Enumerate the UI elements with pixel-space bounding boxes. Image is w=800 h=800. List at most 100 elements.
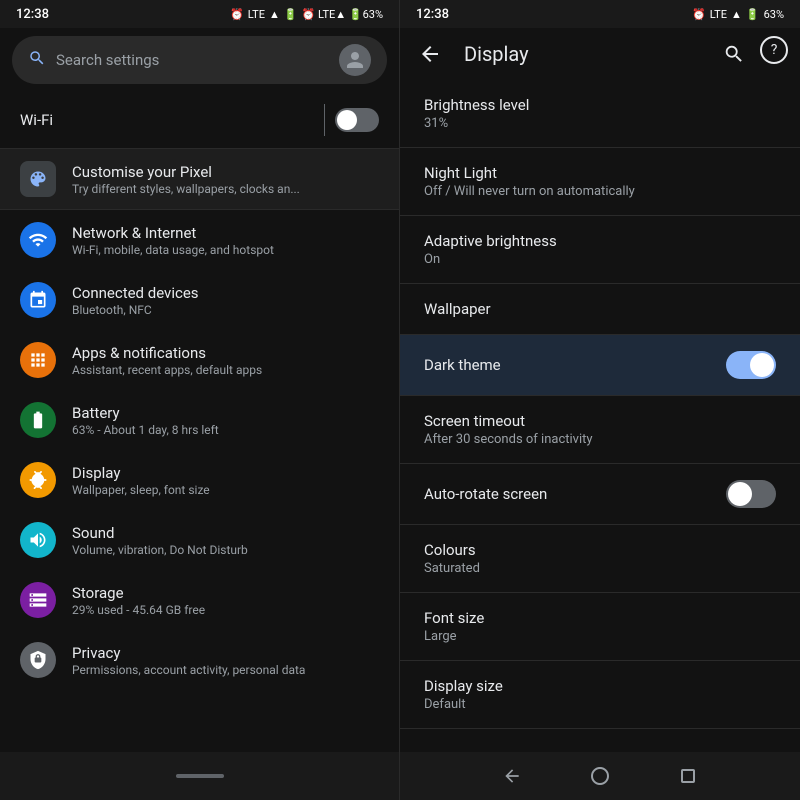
nav-home-button[interactable] bbox=[586, 762, 614, 790]
battery-percent: ⏰ LTE▲ 🔋63% bbox=[302, 8, 383, 21]
right-battery-percent: 63% bbox=[764, 8, 784, 21]
display-item-subtitle: Wallpaper, sleep, font size bbox=[72, 483, 210, 497]
adaptive-title: Adaptive brightness bbox=[424, 232, 557, 250]
displaysize-title: Display size bbox=[424, 677, 503, 695]
wallpaper-title: Wallpaper bbox=[424, 300, 491, 318]
privacy-subtitle: Permissions, account activity, personal … bbox=[72, 663, 305, 677]
right-status-icons: ⏰ LTE ▲ 🔋 63% bbox=[692, 8, 784, 21]
settings-item-privacy[interactable]: Privacy Permissions, account activity, p… bbox=[0, 630, 399, 690]
network-title: Network & Internet bbox=[72, 224, 274, 242]
display-item-brightness[interactable]: Brightness level 31% bbox=[400, 80, 800, 148]
search-bar[interactable]: Search settings bbox=[12, 36, 387, 84]
network-subtitle: Wi-Fi, mobile, data usage, and hotspot bbox=[72, 243, 274, 257]
left-nav-scroll-indicator bbox=[176, 774, 224, 778]
sound-text: Sound Volume, vibration, Do Not Disturb bbox=[72, 524, 248, 557]
display-item-wallpaper[interactable]: Wallpaper bbox=[400, 284, 800, 335]
network-text: Network & Internet Wi-Fi, mobile, data u… bbox=[72, 224, 274, 257]
privacy-text: Privacy Permissions, account activity, p… bbox=[72, 644, 305, 677]
customise-subtitle: Try different styles, wallpapers, clocks… bbox=[72, 182, 300, 196]
sound-icon bbox=[20, 522, 56, 558]
right-alarm-icon: ⏰ bbox=[692, 8, 706, 21]
right-battery-icon: 🔋 bbox=[746, 8, 760, 21]
timeout-subtitle: After 30 seconds of inactivity bbox=[424, 432, 776, 447]
right-panel: 12:38 ⏰ LTE ▲ 🔋 63% Display ? Brightness… bbox=[400, 0, 800, 800]
apps-subtitle: Assistant, recent apps, default apps bbox=[72, 363, 262, 377]
fontsize-subtitle: Large bbox=[424, 629, 776, 644]
left-status-icons: ⏰ LTE ▲ 🔋 ⏰ LTE▲ 🔋63% bbox=[230, 8, 383, 21]
settings-item-storage[interactable]: Storage 29% used - 45.64 GB free bbox=[0, 570, 399, 630]
avatar[interactable] bbox=[339, 44, 371, 76]
right-lte-icon: LTE bbox=[710, 8, 727, 21]
displaysize-subtitle: Default bbox=[424, 697, 776, 712]
sound-subtitle: Volume, vibration, Do Not Disturb bbox=[72, 543, 248, 557]
connected-text: Connected devices Bluetooth, NFC bbox=[72, 284, 199, 317]
display-toolbar: Display ? bbox=[400, 28, 800, 80]
colours-title: Colours bbox=[424, 541, 476, 559]
storage-text: Storage 29% used - 45.64 GB free bbox=[72, 584, 205, 617]
customise-title: Customise your Pixel bbox=[72, 163, 300, 181]
apps-icon bbox=[20, 342, 56, 378]
settings-item-connected[interactable]: Connected devices Bluetooth, NFC bbox=[0, 270, 399, 330]
storage-subtitle: 29% used - 45.64 GB free bbox=[72, 603, 205, 617]
apps-text: Apps & notifications Assistant, recent a… bbox=[72, 344, 262, 377]
display-item-adaptive[interactable]: Adaptive brightness On bbox=[400, 216, 800, 284]
sound-title: Sound bbox=[72, 524, 248, 542]
auto-rotate-toggle[interactable] bbox=[726, 480, 776, 508]
brightness-title: Brightness level bbox=[424, 96, 529, 114]
settings-item-apps[interactable]: Apps & notifications Assistant, recent a… bbox=[0, 330, 399, 390]
customise-icon bbox=[20, 161, 56, 197]
connected-title: Connected devices bbox=[72, 284, 199, 302]
wifi-controls bbox=[324, 104, 379, 136]
battery-icon: 🔋 bbox=[284, 8, 298, 21]
dark-theme-toggle[interactable] bbox=[726, 351, 776, 379]
settings-item-sound[interactable]: Sound Volume, vibration, Do Not Disturb bbox=[0, 510, 399, 570]
alarm-icon: ⏰ bbox=[230, 8, 244, 21]
display-item-timeout[interactable]: Screen timeout After 30 seconds of inact… bbox=[400, 396, 800, 464]
display-text: Display Wallpaper, sleep, font size bbox=[72, 464, 210, 497]
privacy-title: Privacy bbox=[72, 644, 305, 662]
brightness-subtitle: 31% bbox=[424, 116, 776, 131]
right-nav-bar bbox=[400, 752, 800, 800]
nightlight-subtitle: Off / Will never turn on automatically bbox=[424, 184, 776, 199]
search-icon bbox=[28, 49, 46, 72]
settings-item-display[interactable]: Display Wallpaper, sleep, font size bbox=[0, 450, 399, 510]
left-panel: 12:38 ⏰ LTE ▲ 🔋 ⏰ LTE▲ 🔋63% Search setti… bbox=[0, 0, 400, 800]
connected-subtitle: Bluetooth, NFC bbox=[72, 303, 199, 317]
nav-back-button[interactable] bbox=[498, 762, 526, 790]
display-item-displaysize[interactable]: Display size Default bbox=[400, 661, 800, 729]
display-settings-list: Brightness level 31% Night Light Off / W… bbox=[400, 80, 800, 752]
customise-text: Customise your Pixel Try different style… bbox=[72, 163, 300, 196]
display-icon-item bbox=[20, 462, 56, 498]
customise-row[interactable]: Customise your Pixel Try different style… bbox=[0, 149, 399, 210]
display-item-nightlight[interactable]: Night Light Off / Will never turn on aut… bbox=[400, 148, 800, 216]
display-item-darktheme[interactable]: Dark theme bbox=[400, 335, 800, 396]
display-item-fontsize[interactable]: Font size Large bbox=[400, 593, 800, 661]
back-button[interactable] bbox=[412, 36, 448, 72]
display-item-title: Display bbox=[72, 464, 210, 482]
nightlight-title: Night Light bbox=[424, 164, 497, 182]
display-item-colours[interactable]: Colours Saturated bbox=[400, 525, 800, 593]
wifi-row[interactable]: Wi-Fi bbox=[0, 92, 399, 149]
right-signal-icon: ▲ bbox=[731, 8, 742, 21]
toolbar-icons: ? bbox=[716, 36, 788, 72]
wifi-label: Wi-Fi bbox=[20, 111, 53, 129]
left-status-bar: 12:38 ⏰ LTE ▲ 🔋 ⏰ LTE▲ 🔋63% bbox=[0, 0, 399, 28]
display-search-button[interactable] bbox=[716, 36, 752, 72]
settings-item-network[interactable]: Network & Internet Wi-Fi, mobile, data u… bbox=[0, 210, 399, 270]
display-page-title: Display bbox=[456, 42, 708, 66]
right-time: 12:38 bbox=[416, 7, 449, 22]
display-help-button[interactable]: ? bbox=[760, 36, 788, 64]
storage-icon bbox=[20, 582, 56, 618]
display-item-autorotate[interactable]: Auto-rotate screen bbox=[400, 464, 800, 525]
settings-item-battery[interactable]: Battery 63% - About 1 day, 8 hrs left bbox=[0, 390, 399, 450]
colours-subtitle: Saturated bbox=[424, 561, 776, 576]
lte-icon: LTE bbox=[248, 8, 265, 21]
storage-title: Storage bbox=[72, 584, 205, 602]
timeout-title: Screen timeout bbox=[424, 412, 525, 430]
wifi-toggle[interactable] bbox=[335, 108, 379, 132]
nav-recents-button[interactable] bbox=[674, 762, 702, 790]
settings-list: Network & Internet Wi-Fi, mobile, data u… bbox=[0, 210, 399, 752]
connected-icon bbox=[20, 282, 56, 318]
apps-title: Apps & notifications bbox=[72, 344, 262, 362]
battery-title: Battery bbox=[72, 404, 219, 422]
